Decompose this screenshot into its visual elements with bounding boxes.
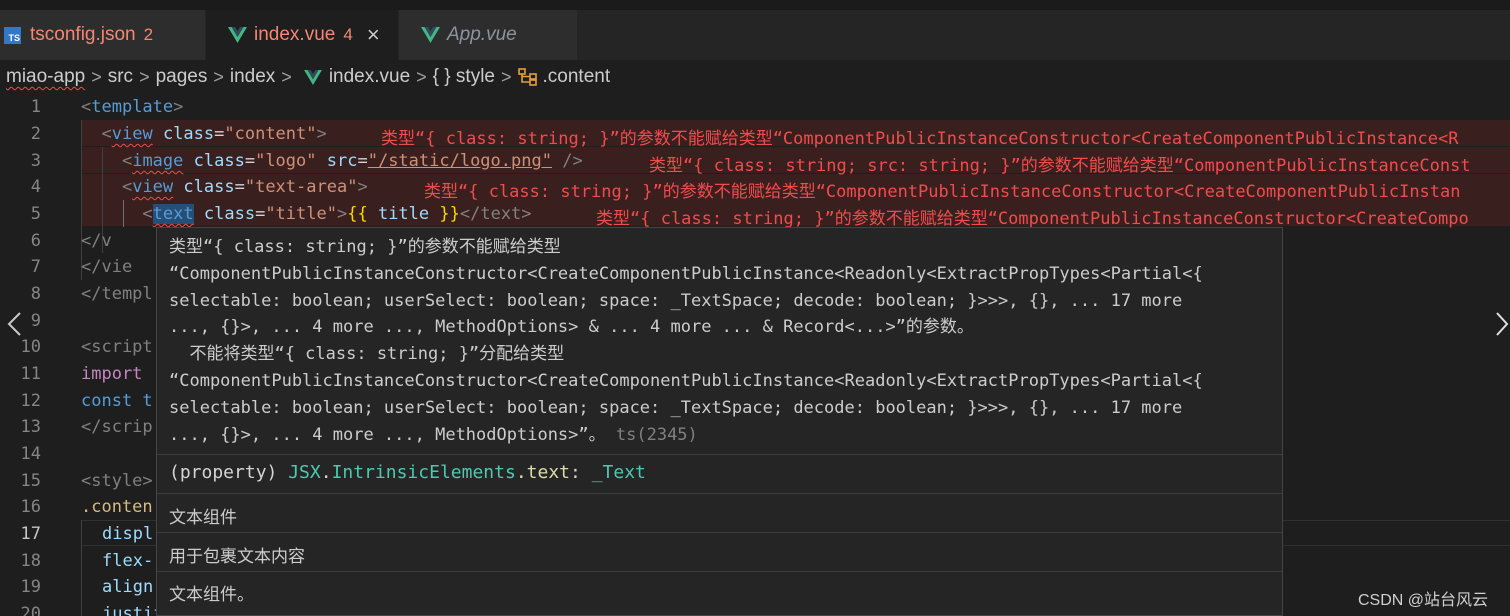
line-number: 20 xyxy=(20,604,41,616)
tab-tsconfig[interactable]: TS tsconfig.json 2 xyxy=(0,10,205,60)
line-number: 16 xyxy=(20,497,41,517)
watermark: CSDN @站台风云 xyxy=(1358,592,1489,609)
code-line[interactable]: <text class="title">{{ title }}</text> xyxy=(81,204,532,224)
tab-label: tsconfig.json xyxy=(30,24,136,45)
code-line[interactable]: flex- xyxy=(102,551,153,571)
css-selector-icon xyxy=(517,68,538,86)
problem-count-badge: 2 xyxy=(143,25,154,44)
tab-label: index.vue xyxy=(254,24,336,45)
error-text-line: “ComponentPublicInstanceConstructor<Crea… xyxy=(169,370,1203,391)
vue-icon xyxy=(421,27,440,43)
indent-guide xyxy=(81,520,82,616)
hover-tooltip[interactable]: 类型“{ class: string; }”的参数不能赋给类型 “Compone… xyxy=(156,227,1283,616)
tab-label: App.vue xyxy=(447,24,517,45)
breadcrumb-label: .content xyxy=(542,66,611,87)
chevron-right-icon: > xyxy=(91,66,102,87)
chevron-right-icon: > xyxy=(501,66,512,87)
line-number: 1 xyxy=(30,97,41,117)
code-line[interactable]: align xyxy=(102,577,153,597)
breadcrumb-item-index-vue[interactable]: index.vue xyxy=(298,66,410,88)
code-line[interactable]: </templ xyxy=(81,284,153,304)
error-text-line: 类型“{ class: string; }”的参数不能赋给类型 xyxy=(169,237,561,257)
vue-icon xyxy=(228,27,247,43)
breadcrumb: miao-app > src > pages > index > index.v… xyxy=(0,60,1510,94)
breadcrumb-item-src[interactable]: src xyxy=(108,66,133,88)
line-number: 18 xyxy=(20,551,41,571)
code-line[interactable]: displ xyxy=(102,524,153,544)
code-line[interactable]: <template> xyxy=(81,97,183,117)
error-text-line: ..., {}>, ... 4 more ..., MethodOptions>… xyxy=(169,317,974,338)
code-line[interactable]: <style> xyxy=(81,471,153,491)
breadcrumb-item-miao-app[interactable]: miao-app xyxy=(6,66,85,88)
line-number: 4 xyxy=(30,177,41,197)
line-number: 19 xyxy=(20,577,41,597)
line-number: 14 xyxy=(20,444,41,464)
code-line[interactable]: <view class="text-area"> xyxy=(81,177,368,197)
code-line[interactable]: <script xyxy=(81,337,153,357)
line-number: 13 xyxy=(20,417,41,437)
code-line[interactable]: <image class="logo" src="/static/logo.pn… xyxy=(81,151,583,171)
chevron-left-icon[interactable] xyxy=(4,311,26,337)
problem-count-badge: 4 xyxy=(343,25,353,44)
doc-text: 文本组件 xyxy=(169,508,237,528)
line-number: 10 xyxy=(20,337,41,357)
chevron-right-icon: > xyxy=(281,66,292,87)
chevron-right-icon: > xyxy=(213,66,224,87)
doc-text: 文本组件。 xyxy=(169,585,254,605)
tab-app-vue[interactable]: App.vue xyxy=(399,10,577,60)
line-number: 17 xyxy=(20,524,41,544)
line-number: 12 xyxy=(20,391,41,411)
inline-error-message: 类型“{ class: string; }”的参数不能赋给类型“Componen… xyxy=(381,129,1459,149)
breadcrumb-item-content[interactable]: .content xyxy=(517,66,611,88)
error-text-line: selectable: boolean; userSelect: boolean… xyxy=(169,290,1183,311)
code-line[interactable]: .conten xyxy=(81,497,153,517)
code-line[interactable]: </v xyxy=(81,231,112,251)
close-icon[interactable]: × xyxy=(367,24,380,46)
error-text-line: 不能将类型“{ class: string; }”分配给类型 xyxy=(169,344,565,365)
inline-error-message: 类型“{ class: string; src: string; }”的参数不能… xyxy=(649,156,1471,176)
inline-error-message: 类型“{ class: string; }”的参数不能赋给类型“Componen… xyxy=(424,182,1461,202)
divider xyxy=(157,454,1282,455)
divider xyxy=(157,571,1282,572)
breadcrumb-item-style[interactable]: { } style xyxy=(433,66,495,88)
code-line[interactable]: <view class="content"> xyxy=(81,124,326,144)
error-description: 类型“{ class: string; }”的参数不能赋给类型 “Compone… xyxy=(169,234,1269,448)
error-text-line: selectable: boolean; userSelect: boolean… xyxy=(169,397,1183,418)
code-line[interactable]: </vie xyxy=(81,257,132,277)
line-number: 2 xyxy=(30,124,41,144)
line-number: 15 xyxy=(20,471,41,491)
line-number: 11 xyxy=(20,364,41,384)
line-number: 5 xyxy=(30,204,41,224)
vue-icon xyxy=(303,69,322,85)
typescript-icon: TS xyxy=(4,26,21,44)
divider xyxy=(157,532,1282,533)
chevron-right-icon: > xyxy=(139,66,150,87)
type-signature: (property) JSX.IntrinsicElements.text: _… xyxy=(169,462,646,483)
code-line[interactable]: import xyxy=(81,364,142,384)
breadcrumb-label: index.vue xyxy=(328,66,411,87)
line-number: 7 xyxy=(30,257,41,277)
chevron-right-icon: > xyxy=(416,66,427,87)
line-number: 8 xyxy=(30,284,41,304)
doc-text: 用于包裹文本内容 xyxy=(169,547,305,567)
error-text-line: “ComponentPublicInstanceConstructor<Crea… xyxy=(169,263,1203,284)
code-line[interactable]: const t xyxy=(81,391,153,411)
line-number: 3 xyxy=(30,151,41,171)
divider xyxy=(157,493,1282,494)
error-code[interactable]: ts(2345) xyxy=(616,425,698,445)
line-number: 6 xyxy=(30,231,41,251)
breadcrumb-item-pages[interactable]: pages xyxy=(156,66,208,88)
tab-index-vue[interactable]: index.vue 4 × xyxy=(206,10,398,60)
inline-error-message: 类型“{ class: string; }”的参数不能赋给类型“Componen… xyxy=(596,209,1469,229)
indent-guide xyxy=(81,120,82,280)
title-strip xyxy=(0,0,1510,10)
error-text-line: ..., {}>, ... 4 more ..., MethodOptions>… xyxy=(169,424,698,445)
tab-bar: TS tsconfig.json 2 index.vue 4 × App.vue xyxy=(0,0,1510,60)
breadcrumb-item-index[interactable]: index xyxy=(230,66,275,88)
code-line[interactable]: </scrip xyxy=(81,417,153,437)
chevron-right-icon[interactable] xyxy=(1492,311,1510,337)
